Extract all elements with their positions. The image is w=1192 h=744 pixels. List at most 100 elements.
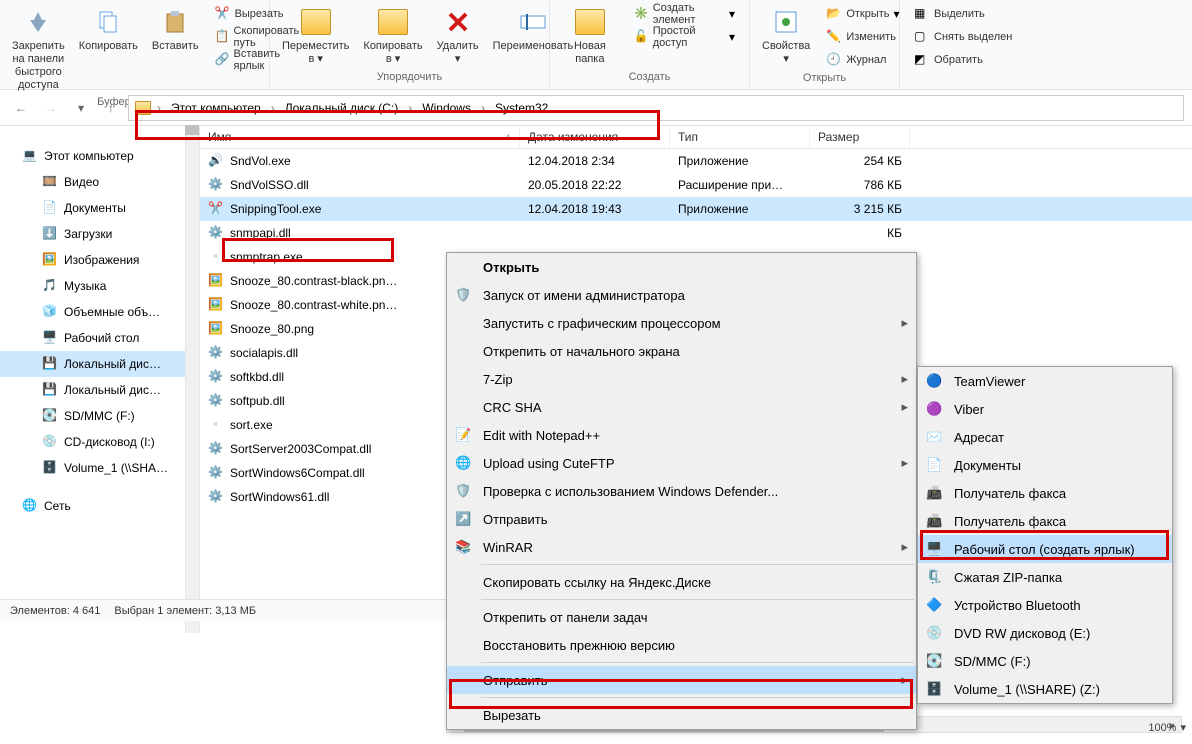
easy-access-button[interactable]: 🔓Простой доступ ▾: [630, 27, 739, 47]
sm-viber[interactable]: 🟣Viber: [918, 395, 1172, 423]
tree-pictures[interactable]: 🖼️Изображения: [0, 247, 199, 273]
ctx-cuteftp[interactable]: 🌐Upload using CuteFTP▸: [447, 449, 916, 477]
open-button[interactable]: 📂Открыть ▾: [822, 4, 903, 24]
ctx-7zip[interactable]: 7-Zip▸: [447, 365, 916, 393]
ctx-crcsha[interactable]: CRC SHA▸: [447, 393, 916, 421]
sm-zip[interactable]: 🗜️Сжатая ZIP-папка: [918, 563, 1172, 591]
separator: [481, 564, 914, 565]
tree-music[interactable]: 🎵Музыка: [0, 273, 199, 299]
file-row[interactable]: ✂️SnippingTool.exe12.04.2018 19:43Прилож…: [200, 197, 1192, 221]
sm-teamviewer[interactable]: 🔵TeamViewer: [918, 367, 1172, 395]
col-name[interactable]: Имя˄: [200, 125, 520, 148]
copy-to-icon: [377, 6, 409, 38]
file-size: КБ: [810, 226, 910, 240]
invert-button[interactable]: ◩Обратить: [910, 50, 1016, 70]
ctx-cut[interactable]: Вырезать: [447, 701, 916, 729]
tree-this-pc[interactable]: 💻Этот компьютер: [0, 143, 199, 169]
ctx-unpin-start[interactable]: Открепить от начального экрана: [447, 337, 916, 365]
tree-desktop[interactable]: 🖥️Рабочий стол: [0, 325, 199, 351]
history-button[interactable]: 🕘Журнал: [822, 50, 903, 70]
folder-icon: [574, 6, 606, 38]
sm-recipient[interactable]: ✉️Адресат: [918, 423, 1172, 451]
sm-dvdrw[interactable]: 💿DVD RW дисковод (E:): [918, 619, 1172, 647]
paste-button[interactable]: Вставить: [146, 2, 205, 57]
delete-icon: [442, 6, 474, 38]
tree-local-c[interactable]: 💾Локальный дис…: [0, 351, 199, 377]
deselect-button[interactable]: ▢Снять выделен: [910, 27, 1016, 47]
col-type[interactable]: Тип: [670, 125, 810, 148]
tree-volume1[interactable]: 🗄️Volume_1 (\\SHA…: [0, 455, 199, 481]
edit-button[interactable]: ✏️Изменить: [822, 27, 903, 47]
sm-fax1[interactable]: 📠Получатель факса: [918, 479, 1172, 507]
tree-network[interactable]: 🌐Сеть: [0, 493, 199, 519]
tree-sdmmc[interactable]: 💽SD/MMC (F:): [0, 403, 199, 429]
properties-button[interactable]: Свойства ▾: [756, 2, 816, 70]
sm-documents[interactable]: 📄Документы: [918, 451, 1172, 479]
video-icon: 🎞️: [42, 174, 58, 190]
back-button[interactable]: ←: [8, 95, 34, 121]
ctx-open[interactable]: Открыть: [447, 253, 916, 281]
col-size[interactable]: Размер: [810, 125, 910, 148]
mail-icon: ✉️: [926, 429, 942, 445]
copy-to-button[interactable]: Копировать в ▾: [357, 2, 428, 70]
zoom-dropdown-icon[interactable]: ▾: [1180, 721, 1186, 734]
file-name: softpub.dll: [230, 394, 285, 408]
chevron-right-icon[interactable]: ›: [479, 101, 487, 115]
file-date: 12.04.2018 19:43: [520, 202, 670, 216]
easy-access-icon: 🔓: [634, 29, 649, 45]
move-to-button[interactable]: Переместить в ▾: [276, 2, 355, 70]
sm-volume1[interactable]: 🗄️Volume_1 (\\SHARE) (Z:): [918, 675, 1172, 703]
tree-videos[interactable]: 🎞️Видео: [0, 169, 199, 195]
chevron-right-icon[interactable]: ›: [155, 101, 163, 115]
shortcut-icon: 🔗: [215, 52, 230, 68]
drive-icon: [135, 101, 151, 115]
select-all-button[interactable]: ▦Выделить: [910, 4, 1016, 24]
breadcrumb-system32[interactable]: System32: [491, 101, 552, 115]
chevron-right-icon[interactable]: ›: [269, 101, 277, 115]
chevron-right-icon[interactable]: ›: [406, 101, 414, 115]
ctx-defender[interactable]: 🛡️Проверка с использованием Windows Defe…: [447, 477, 916, 505]
status-selected: Выбран 1 элемент: 3,13 МБ: [114, 605, 256, 617]
ctx-run-gpu[interactable]: Запустить с графическим процессором▸: [447, 309, 916, 337]
ctx-restore[interactable]: Восстановить прежнюю версию: [447, 631, 916, 659]
copy-button[interactable]: Копировать: [73, 2, 144, 57]
recent-button[interactable]: ▾: [68, 95, 94, 121]
ctx-unpin-taskbar[interactable]: Открепить от панели задач: [447, 603, 916, 631]
pin-quick-access-button[interactable]: Закрепить на панели быстрого доступа: [6, 2, 71, 96]
ctx-run-admin[interactable]: 🛡️Запуск от имени администратора: [447, 281, 916, 309]
col-date[interactable]: Дата изменения: [520, 125, 670, 148]
new-item-button[interactable]: ✳️Создать элемент ▾: [630, 4, 739, 24]
breadcrumb-drive[interactable]: Локальный диск (C:): [281, 101, 403, 115]
separator: [481, 599, 914, 600]
doc-icon: 📄: [926, 457, 942, 473]
fax-icon: 📠: [926, 485, 942, 501]
ctx-yandex[interactable]: Скопировать ссылку на Яндекс.Диске: [447, 568, 916, 596]
sm-fax2[interactable]: 📠Получатель факса: [918, 507, 1172, 535]
ctx-notepadpp[interactable]: 📝Edit with Notepad++: [447, 421, 916, 449]
file-row[interactable]: ⚙️snmpapi.dllКБ: [200, 221, 1192, 245]
ctx-share[interactable]: ↗️Отправить: [447, 505, 916, 533]
tree-local-d[interactable]: 💾Локальный дис…: [0, 377, 199, 403]
sm-sdmmc[interactable]: 💽SD/MMC (F:): [918, 647, 1172, 675]
tree-cddrive[interactable]: 💿CD-дисковод (I:): [0, 429, 199, 455]
paste-icon: [159, 6, 191, 38]
sm-desktop[interactable]: 🖥️Рабочий стол (создать ярлык): [918, 535, 1172, 563]
nav-scrollbar[interactable]: [185, 125, 199, 633]
tree-3dobjects[interactable]: 🧊Объемные объ…: [0, 299, 199, 325]
breadcrumb[interactable]: › Этот компьютер › Локальный диск (C:) ›…: [128, 95, 1184, 121]
fax-icon: 📠: [926, 513, 942, 529]
file-row[interactable]: 🔊SndVol.exe12.04.2018 2:34Приложение254 …: [200, 149, 1192, 173]
sm-bluetooth[interactable]: 🔷Устройство Bluetooth: [918, 591, 1172, 619]
up-button[interactable]: ↑: [98, 95, 124, 121]
properties-icon: [770, 6, 802, 38]
tree-downloads[interactable]: ⬇️Загрузки: [0, 221, 199, 247]
ctx-winrar[interactable]: 📚WinRAR▸: [447, 533, 916, 561]
tree-documents[interactable]: 📄Документы: [0, 195, 199, 221]
file-row[interactable]: ⚙️SndVolSSO.dll20.05.2018 22:22Расширени…: [200, 173, 1192, 197]
ctx-sendto[interactable]: Отправить▸: [447, 666, 916, 694]
new-folder-button[interactable]: Новая папка: [556, 2, 624, 70]
delete-button[interactable]: Удалить ▾: [431, 2, 485, 70]
forward-button[interactable]: →: [38, 95, 64, 121]
breadcrumb-root[interactable]: Этот компьютер: [167, 101, 265, 115]
breadcrumb-windows[interactable]: Windows: [418, 101, 475, 115]
